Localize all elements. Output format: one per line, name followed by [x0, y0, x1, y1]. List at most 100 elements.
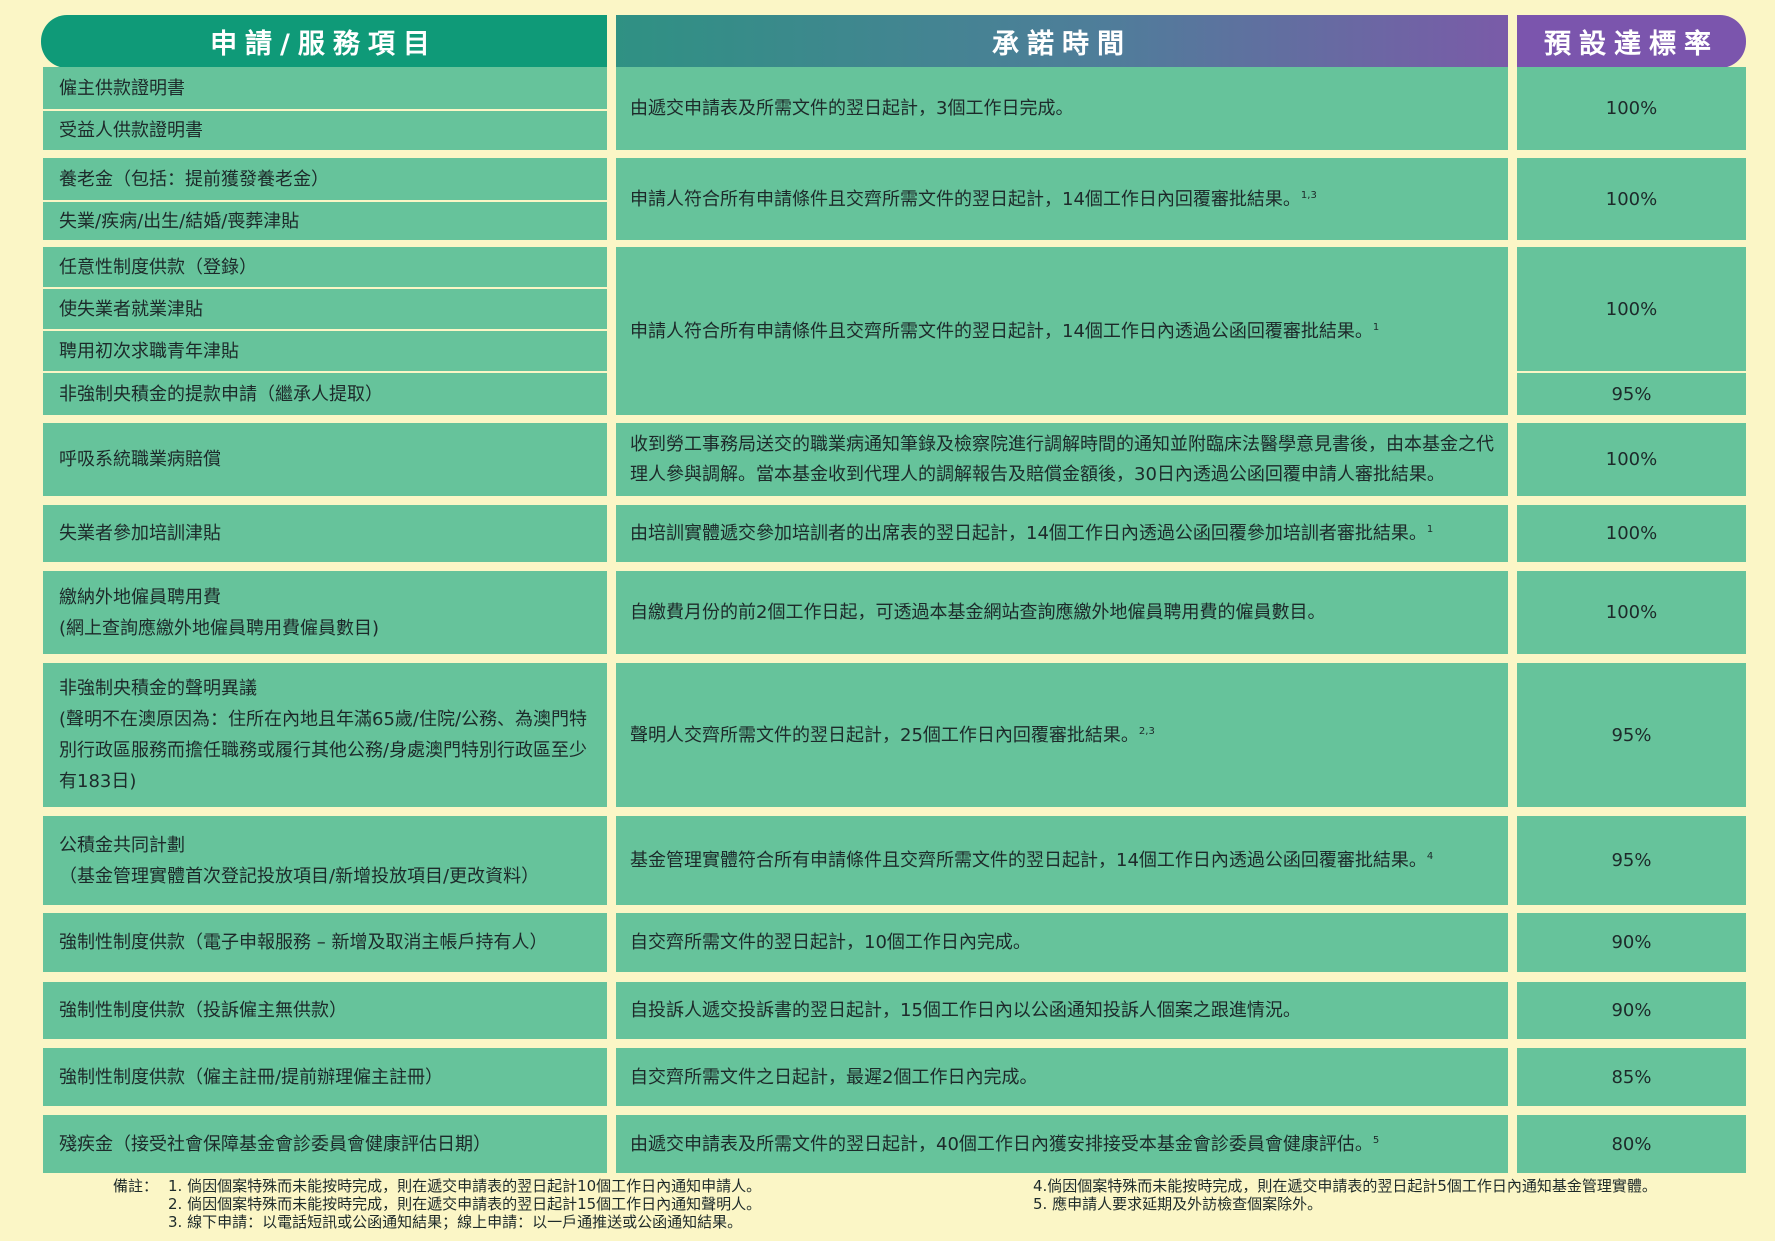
target-rate-cell: 100% — [1517, 67, 1746, 150]
header-service-item: 申請/服務項目 — [41, 15, 607, 68]
service-item-label: 強制性制度供款（投訴僱主無供款） — [59, 1000, 347, 1021]
footnote-ref: 1,3 — [1300, 189, 1317, 201]
footnote-ref: 1 — [1426, 524, 1434, 535]
service-item-cell: 使失業者就業津貼 — [43, 289, 607, 329]
target-rate-value: 90% — [1611, 932, 1652, 953]
target-rate-value: 100% — [1605, 523, 1658, 544]
target-rate-cell: 100% — [1517, 571, 1746, 654]
target-rate-cell: 95% — [1517, 816, 1746, 905]
service-item-label: 僱主供款證明書 — [59, 77, 185, 99]
service-item-cell: 聘用初次求職青年津貼 — [43, 331, 607, 371]
commitment-time-cell: 基金管理實體符合所有申請條件且交齊所需文件的翌日起計，14個工作日內透過公函回覆… — [616, 816, 1508, 905]
service-item-note: (網上查詢應繳外地僱員聘用費僱員數目) — [59, 617, 380, 639]
footnote-ref: 4 — [1426, 851, 1434, 862]
header-commitment-time: 承諾時間 — [616, 15, 1508, 68]
service-item-cell: 失業者參加培訓津貼 — [43, 505, 607, 562]
footnote-3: 3. 線下申請：以電話短訊或公函通知結果；線上申請：以一戶通推送或公函通知結果。 — [168, 1213, 743, 1231]
service-item-cell: 僱主供款證明書 — [43, 67, 607, 109]
target-rate-cell: 95% — [1517, 663, 1746, 807]
footnote-ref: 5 — [1372, 1134, 1380, 1146]
target-rate-cell: 100% — [1517, 247, 1746, 371]
service-item-cell: 養老金（包括：提前獲發養老金） — [43, 158, 607, 200]
footnote-ref: 2,3 — [1138, 725, 1155, 737]
service-item-cell: 強制性制度供款（投訴僱主無供款） — [43, 982, 607, 1039]
service-item-note: （基金管理實體首次登記投放項目/新增投放項目/更改資料） — [59, 865, 540, 887]
commitment-time-cell: 由遞交申請表及所需文件的翌日起計，40個工作日內獲安排接受本基金會診委員會健康評… — [616, 1115, 1508, 1173]
target-rate-value: 80% — [1611, 1133, 1652, 1155]
commitment-time-text: 由遞交申請表及所需文件的翌日起計，3個工作日完成。 — [630, 98, 1074, 119]
service-item-label: 呼吸系統職業病賠償 — [59, 449, 221, 470]
service-item-label: 強制性制度供款（電子申報服務 – 新增及取消主帳戶持有人） — [59, 932, 548, 953]
target-rate-value: 95% — [1611, 724, 1652, 746]
service-item-label: 使失業者就業津貼 — [59, 298, 203, 320]
commitment-time-cell: 由遞交申請表及所需文件的翌日起計，3個工作日完成。 — [616, 67, 1508, 150]
commitment-time-cell: 自繳費月份的前2個工作日起，可透過本基金網站查詢應繳外地僱員聘用費的僱員數目。 — [616, 571, 1508, 654]
target-rate-cell: 90% — [1517, 982, 1746, 1039]
commitment-time-cell: 申請人符合所有申請條件且交齊所需文件的翌日起計，14個工作日內回覆審批結果。1,… — [616, 158, 1508, 240]
commitment-time-text: 由遞交申請表及所需文件的翌日起計，40個工作日內獲安排接受本基金會診委員會健康評… — [630, 1133, 1380, 1155]
target-rate-cell: 95% — [1517, 373, 1746, 415]
commitment-time-text: 自投訴人遞交投訴書的翌日起計，15個工作日內以公函通知投訴人個案之跟進情況。 — [630, 1000, 1301, 1021]
commitment-time-cell: 由培訓實體遞交參加培訓者的出席表的翌日起計，14個工作日內透過公函回覆參加培訓者… — [616, 505, 1508, 562]
footnote-4: 4.倘因個案特殊而未能按時完成，則在遞交申請表的翌日起計5個工作日內通知基金管理… — [1033, 1177, 1657, 1195]
target-rate-value: 100% — [1605, 98, 1658, 119]
target-rate-value: 100% — [1605, 298, 1658, 320]
target-rate-cell: 85% — [1517, 1048, 1746, 1106]
service-item-label: 養老金（包括：提前獲發養老金） — [59, 168, 329, 190]
target-rate-cell: 100% — [1517, 423, 1746, 496]
service-item-cell: 強制性制度供款（僱主註冊/提前辦理僱主註冊） — [43, 1048, 607, 1106]
commitment-time-text: 申請人符合所有申請條件且交齊所需文件的翌日起計，14個工作日內回覆審批結果。1,… — [630, 188, 1317, 210]
footnotes-right: 4.倘因個案特殊而未能按時完成，則在遞交申請表的翌日起計5個工作日內通知基金管理… — [1033, 1177, 1753, 1213]
header-target-rate: 預設達標率 — [1517, 15, 1746, 68]
service-item-label: 任意性制度供款（登錄） — [59, 256, 257, 278]
service-item-label: 聘用初次求職青年津貼 — [59, 340, 239, 362]
footnote-5: 5. 應申請人要求延期及外訪檢查個案除外。 — [1033, 1195, 1323, 1213]
commitment-time-text: 申請人符合所有申請條件且交齊所需文件的翌日起計，14個工作日內透過公函回覆審批結… — [630, 320, 1380, 342]
commitment-time-text: 自繳費月份的前2個工作日起，可透過本基金網站查詢應繳外地僱員聘用費的僱員數目。 — [630, 602, 1326, 623]
commitment-time-cell: 聲明人交齊所需文件的翌日起計，25個工作日內回覆審批結果。2,3 — [616, 663, 1508, 807]
service-item-cell: 繳納外地僱員聘用費 (網上查詢應繳外地僱員聘用費僱員數目) — [43, 571, 607, 654]
commitment-time-cell: 自投訴人遞交投訴書的翌日起計，15個工作日內以公函通知投訴人個案之跟進情況。 — [616, 982, 1508, 1039]
service-item-note: (聲明不在澳原因為：住所在內地且年滿65歲/住院/公務、為澳門特別行政區服務而擔… — [59, 709, 588, 792]
target-rate-value: 85% — [1611, 1066, 1652, 1088]
service-item-label: 失業者參加培訓津貼 — [59, 523, 221, 544]
footnotes-left: 備註： 1. 倘因個案特殊而未能按時完成，則在遞交申請表的翌日起計10個工作日內通… — [113, 1177, 1013, 1231]
commitment-time-cell: 收到勞工事務局送交的職業病通知筆錄及檢察院進行調解時間的通知並附臨床法醫學意見書… — [616, 423, 1508, 496]
service-item-label: 失業/疾病/出生/結婚/喪葬津貼 — [59, 210, 300, 232]
service-item-label: 殘疾金（接受社會保障基金會診委員會健康評估日期） — [59, 1133, 491, 1155]
footnote-ref: 1 — [1372, 321, 1380, 333]
service-item-cell: 公積金共同計劃 （基金管理實體首次登記投放項目/新增投放項目/更改資料） — [43, 816, 607, 905]
target-rate-value: 90% — [1611, 1000, 1652, 1021]
commitment-time-text: 聲明人交齊所需文件的翌日起計，25個工作日內回覆審批結果。2,3 — [630, 724, 1155, 746]
target-rate-value: 100% — [1605, 602, 1658, 623]
target-rate-cell: 80% — [1517, 1115, 1746, 1173]
footnote-2: 2. 倘因個案特殊而未能按時完成，則在遞交申請表的翌日起計15個工作日內通知聲明… — [168, 1195, 762, 1213]
commitment-time-cell: 自交齊所需文件之日起計，最遲2個工作日內完成。 — [616, 1048, 1508, 1106]
commitment-time-text: 基金管理實體符合所有申請條件且交齊所需文件的翌日起計，14個工作日內透過公函回覆… — [630, 850, 1434, 871]
commitment-time-text: 收到勞工事務局送交的職業病通知筆錄及檢察院進行調解時間的通知並附臨床法醫學意見書… — [630, 433, 1494, 485]
commitment-time-cell: 自交齊所需文件的翌日起計，10個工作日內完成。 — [616, 913, 1508, 972]
commitment-time-text: 自交齊所需文件之日起計，最遲2個工作日內完成。 — [630, 1066, 1038, 1088]
service-item-cell: 非強制央積金的提款申請（繼承人提取） — [43, 373, 607, 415]
service-item-cell: 任意性制度供款（登錄） — [43, 247, 607, 287]
service-item-cell: 殘疾金（接受社會保障基金會診委員會健康評估日期） — [43, 1115, 607, 1173]
service-item-cell: 呼吸系統職業病賠償 — [43, 423, 607, 496]
target-rate-value: 100% — [1605, 188, 1658, 210]
target-rate-cell: 100% — [1517, 158, 1746, 240]
service-item-label: 繳納外地僱員聘用費 — [59, 586, 221, 608]
service-item-label: 非強制央積金的聲明異議 — [59, 678, 257, 699]
commitment-time-text: 由培訓實體遞交參加培訓者的出席表的翌日起計，14個工作日內透過公函回覆參加培訓者… — [630, 523, 1434, 544]
service-item-cell: 非強制央積金的聲明異議 (聲明不在澳原因為：住所在內地且年滿65歲/住院/公務、… — [43, 663, 607, 807]
notes-label: 備註： — [113, 1177, 159, 1195]
target-rate-cell: 100% — [1517, 505, 1746, 562]
service-item-label: 公積金共同計劃 — [59, 834, 185, 856]
target-rate-value: 100% — [1605, 449, 1658, 470]
service-item-cell: 強制性制度供款（電子申報服務 – 新增及取消主帳戶持有人） — [43, 913, 607, 972]
service-item-label: 非強制央積金的提款申請（繼承人提取） — [59, 383, 383, 405]
target-rate-cell: 90% — [1517, 913, 1746, 972]
service-item-label: 強制性制度供款（僱主註冊/提前辦理僱主註冊） — [59, 1066, 444, 1088]
target-rate-value: 95% — [1611, 850, 1652, 871]
target-rate-value: 95% — [1611, 383, 1652, 405]
service-item-cell: 失業/疾病/出生/結婚/喪葬津貼 — [43, 202, 607, 240]
commitment-time-text: 自交齊所需文件的翌日起計，10個工作日內完成。 — [630, 932, 1031, 953]
